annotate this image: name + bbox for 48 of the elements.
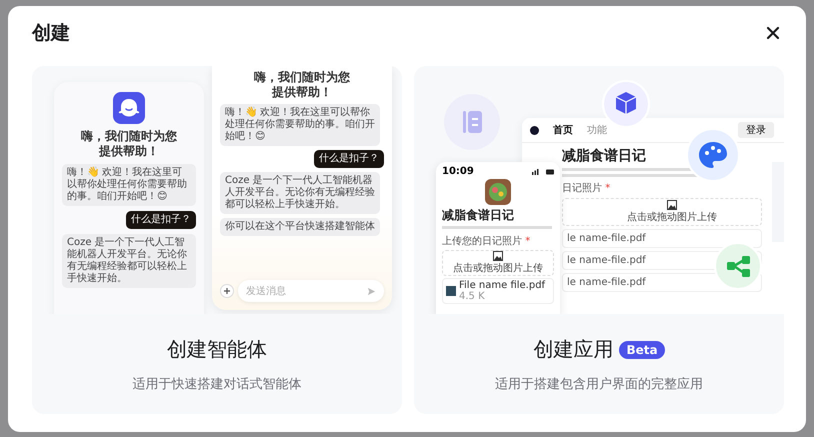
required-mark: *: [525, 236, 530, 247]
chat-message: Coze 是一个下一代人工智能机器人开发平台。无论你有无编程经验都可以轻松上手快速开始。: [220, 172, 380, 214]
card-description: 适用于快速搭建对话式智能体: [132, 376, 302, 393]
chat-message: 什么是扣子？: [314, 150, 384, 168]
beta-badge: Beta: [619, 340, 665, 358]
chat-message: Coze 是一个下一代人工智能机器人开发平台。无论你有无编程经验都可以轻松上手快速开始。: [62, 234, 196, 288]
close-icon: [766, 26, 780, 40]
option-card[interactable]: 首页 功能 登录 减脂食谱日记 日记照片 * 点击或拖动图片上传 le name-file.pdf le name-file.pdf le name-file.pdf 10:09 减脂食谱日记 上传您的日记照片 * 点击或拖动图片上传 File name file.pdf 4.5 K 创建应用 Beta 适用于搭建包含用户界面的完整应用: [414, 66, 784, 414]
chat-message: 你可以在这个平台快速搭建智能体: [220, 218, 380, 236]
field-label: 日记照片: [562, 183, 602, 194]
status-icons-icon: [532, 168, 554, 174]
file-name: le name-file.pdf: [567, 277, 646, 288]
file-name: le name-file.pdf: [567, 233, 646, 244]
app-title: 减脂食谱日记: [562, 147, 647, 165]
app-title: 减脂食谱日记: [442, 207, 515, 224]
dialog-title: 创建: [32, 21, 70, 46]
palette-icon: [686, 128, 740, 182]
status-time: 10:09: [442, 166, 474, 177]
chat-message: 嗨！👋 欢迎！我在这里可以帮你处理任何你需要帮助的事。咱们开始吧！😊: [220, 104, 380, 146]
field-label: 上传您的日记照片: [442, 236, 522, 247]
card-description: 适用于搭建包含用户界面的完整应用: [495, 376, 703, 393]
new-chat-icon: [220, 284, 234, 298]
required-mark: *: [605, 183, 610, 194]
card-title: 创建智能体: [167, 336, 267, 363]
avatar-dot: [530, 126, 539, 134]
chat-message: 嗨！👋 欢迎！我在这里可以帮你处理任何你需要帮助的事。咱们开始吧！😊: [62, 164, 196, 206]
file-name: le name-file.pdf: [567, 255, 646, 266]
chat-message: 什么是扣子？: [126, 211, 196, 229]
chat-heading: 嗨，我们随时为您提供帮助！: [253, 70, 351, 100]
file-size: 4.5 K: [459, 291, 486, 302]
message-input: 发送消息: [238, 280, 384, 302]
file-name: File name file.pdf: [459, 280, 546, 291]
chat-heading: 嗨，我们随时为您提供帮助！: [80, 129, 178, 159]
upload-hint: 点击或拖动图片上传: [627, 210, 717, 224]
document-icon: [444, 94, 500, 150]
file-thumbnail: [446, 286, 456, 296]
send-icon: [367, 286, 376, 296]
upload-hint: 点击或拖动图片上传: [453, 262, 543, 275]
share-icon: [714, 242, 762, 290]
ghost-logo-icon: [113, 92, 145, 124]
login-button: 登录: [738, 122, 774, 138]
tab-label: 功能: [587, 124, 607, 137]
tab-label: 首页: [553, 124, 573, 137]
image-icon: [493, 251, 503, 261]
salad-bowl-icon: [485, 179, 511, 205]
option-card[interactable]: [32, 66, 402, 414]
card-title: 创建应用: [533, 336, 614, 363]
image-icon: [667, 200, 677, 210]
